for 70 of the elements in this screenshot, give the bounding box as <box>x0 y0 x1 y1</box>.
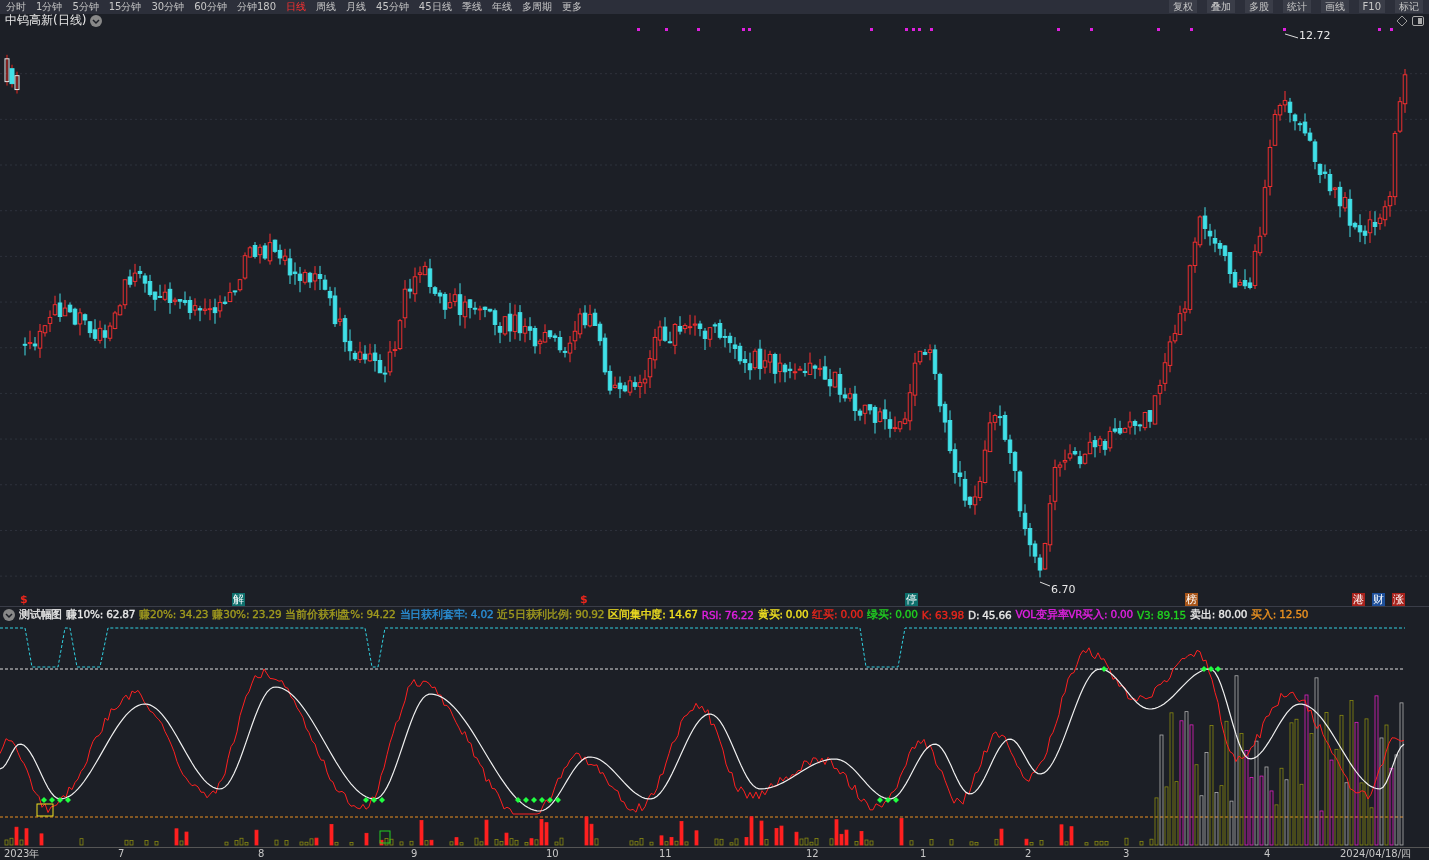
period-tab[interactable]: 15分钟 <box>108 0 142 14</box>
indicator-value: 赚30%: 23.29 <box>212 608 282 623</box>
indicator-value: 赚10%: 62.87 <box>66 608 136 623</box>
tool-button[interactable]: 统计 <box>1282 0 1311 14</box>
indicator-value: K: 63.98 <box>921 609 964 622</box>
tool-button[interactable]: 画线 <box>1320 0 1349 14</box>
indicator-value: 红买: 0.00 <box>812 608 864 623</box>
period-tab[interactable]: 45分钟 <box>376 0 409 14</box>
low-price-label: 6.70 <box>1051 582 1076 596</box>
time-axis-label: 2024/04/18/四 <box>1340 848 1411 860</box>
time-axis-label: 4 <box>1264 848 1271 860</box>
period-tab[interactable]: 周线 <box>316 0 337 14</box>
time-axis-label: 8 <box>258 848 265 860</box>
indicator-value: RSI: 76.22 <box>701 609 754 622</box>
event-marker[interactable]: 解 <box>232 592 245 606</box>
low-leader-line <box>1039 581 1051 587</box>
event-marker[interactable]: 涨 <box>1392 592 1405 606</box>
period-tab[interactable]: 季线 <box>461 0 482 14</box>
indicator-value: 买入: 12.50 <box>1251 608 1309 623</box>
event-marker[interactable]: 榜 <box>1185 592 1198 606</box>
time-axis-label: 1 <box>920 848 927 860</box>
period-tab[interactable]: 更多 <box>561 0 582 14</box>
indicator-value: VOL变异率VR买入: 0.00 <box>1015 608 1134 623</box>
event-marker[interactable]: 港 <box>1352 592 1365 606</box>
time-axis-label: 2023年 <box>4 848 40 860</box>
tool-button[interactable]: 多股 <box>1244 0 1273 14</box>
event-marker[interactable]: 停 <box>905 592 918 606</box>
time-axis-label: 10 <box>546 848 559 860</box>
period-tab[interactable]: 月线 <box>346 0 367 14</box>
time-axis-label: 9 <box>411 848 418 860</box>
dropdown-icon[interactable] <box>3 609 15 622</box>
indicator-value: D: 45.66 <box>968 609 1012 622</box>
period-tab[interactable]: 分钟180 <box>236 0 277 14</box>
event-marker[interactable]: $ <box>580 592 588 606</box>
tool-button[interactable]: 复权 <box>1168 0 1197 14</box>
indicator-value: 当前价获利盘%: 94.22 <box>285 608 396 623</box>
indicator-value: 黄买: 0.00 <box>757 608 809 623</box>
period-tab[interactable]: 30分钟 <box>151 0 185 14</box>
diamond-icon[interactable] <box>1396 14 1408 27</box>
high-leader-line <box>1284 33 1299 39</box>
indicator-value: 近5日获利比例: 90.92 <box>497 608 605 623</box>
panel-icon[interactable] <box>1412 14 1424 27</box>
indicator-value: V3: 89.15 <box>1137 609 1187 622</box>
period-tab[interactable]: 分时 <box>6 0 26 14</box>
stock-title: 中钨高新(日线) <box>5 12 87 30</box>
indicator-value: 当日获利套牢: 4.02 <box>399 608 494 623</box>
tool-button[interactable]: 叠加 <box>1206 0 1235 14</box>
period-tab[interactable]: 5分钟 <box>72 0 99 14</box>
dropdown-icon[interactable] <box>90 14 103 27</box>
period-tab[interactable]: 60分钟 <box>194 0 227 14</box>
indicator-name: 测试幅图 <box>19 608 63 623</box>
period-tab[interactable]: 1分钟 <box>36 0 63 14</box>
time-axis-label: 2 <box>1025 848 1032 860</box>
time-axis-label: 7 <box>118 848 125 860</box>
tool-button[interactable]: 标记 <box>1395 0 1423 14</box>
indicator-value: 卖出: 80.00 <box>1190 608 1248 623</box>
event-marker[interactable]: 财 <box>1372 592 1385 606</box>
indicator-value: 区间集中度: 14.67 <box>608 608 698 623</box>
period-tab[interactable]: 年线 <box>491 0 512 14</box>
time-axis-label: 3 <box>1123 848 1130 860</box>
indicator-value: 赚20%: 34.23 <box>139 608 209 623</box>
indicator-value: 绿买: 0.00 <box>867 608 918 623</box>
high-price-label: 12.72 <box>1299 28 1331 42</box>
event-marker[interactable]: $ <box>20 592 28 606</box>
tool-button[interactable]: F10 <box>1358 0 1385 14</box>
time-axis-label: 11 <box>659 848 672 860</box>
time-axis-label: 12 <box>806 848 819 860</box>
period-tab[interactable]: 日线 <box>286 0 307 14</box>
period-tab[interactable]: 多周期 <box>521 0 552 14</box>
period-tab[interactable]: 45日线 <box>418 0 452 14</box>
